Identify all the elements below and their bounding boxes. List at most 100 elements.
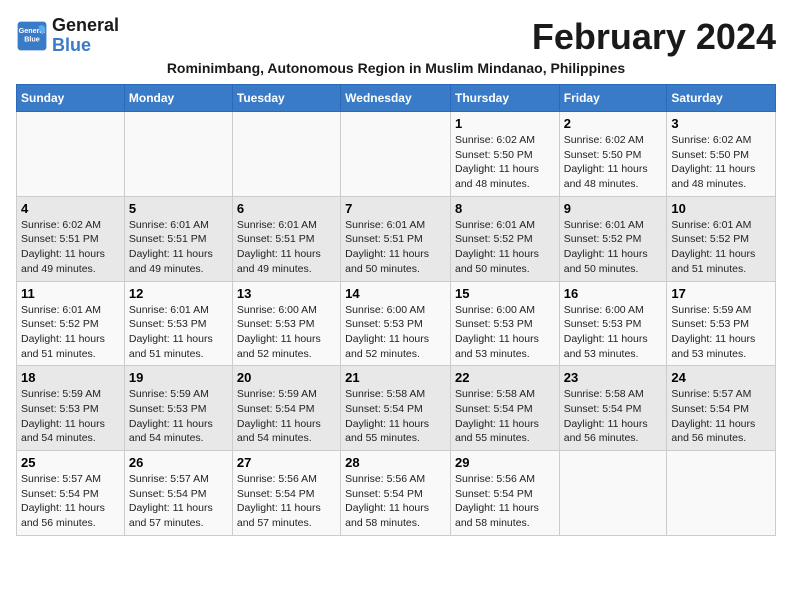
- day-number: 21: [345, 370, 446, 385]
- month-year-title: February 2024: [532, 16, 776, 58]
- calendar-header-row: SundayMondayTuesdayWednesdayThursdayFrid…: [17, 85, 776, 112]
- column-header-friday: Friday: [559, 85, 667, 112]
- day-info: Sunrise: 6:01 AMSunset: 5:51 PMDaylight:…: [129, 218, 228, 277]
- calendar-title: February 2024: [532, 16, 776, 58]
- day-number: 16: [564, 286, 663, 301]
- day-number: 9: [564, 201, 663, 216]
- day-number: 20: [237, 370, 336, 385]
- calendar-cell: 24 Sunrise: 5:57 AMSunset: 5:54 PMDayligh…: [667, 366, 776, 451]
- day-info: Sunrise: 6:01 AMSunset: 5:52 PMDaylight:…: [671, 218, 771, 277]
- day-number: 24: [671, 370, 771, 385]
- day-info: Sunrise: 5:58 AMSunset: 5:54 PMDaylight:…: [455, 387, 555, 446]
- calendar-cell: 11 Sunrise: 6:01 AMSunset: 5:52 PMDayligh…: [17, 281, 125, 366]
- day-number: 19: [129, 370, 228, 385]
- logo: General Blue General Blue: [16, 16, 119, 56]
- day-info: Sunrise: 5:56 AMSunset: 5:54 PMDaylight:…: [345, 472, 446, 531]
- calendar-week-row: 1Sunrise: 6:02 AMSunset: 5:50 PMDaylight…: [17, 112, 776, 197]
- calendar-cell: 8 Sunrise: 6:01 AMSunset: 5:52 PMDaylight…: [450, 196, 559, 281]
- calendar-cell: 15 Sunrise: 6:00 AMSunset: 5:53 PMDayligh…: [450, 281, 559, 366]
- day-number: 8: [455, 201, 555, 216]
- day-info: Sunrise: 5:59 AMSunset: 5:53 PMDaylight:…: [21, 387, 120, 446]
- calendar-week-row: 4 Sunrise: 6:02 AMSunset: 5:51 PMDaylight…: [17, 196, 776, 281]
- svg-text:Blue: Blue: [24, 34, 40, 43]
- day-number: 15: [455, 286, 555, 301]
- day-info: Sunrise: 6:01 AMSunset: 5:51 PMDaylight:…: [237, 218, 336, 277]
- calendar-cell: 17Sunrise: 5:59 AMSunset: 5:53 PMDayligh…: [667, 281, 776, 366]
- day-info: Sunrise: 6:01 AMSunset: 5:52 PMDaylight:…: [455, 218, 555, 277]
- calendar-cell: 16 Sunrise: 6:00 AMSunset: 5:53 PMDayligh…: [559, 281, 667, 366]
- calendar-week-row: 25 Sunrise: 5:57 AMSunset: 5:54 PMDayligh…: [17, 451, 776, 536]
- day-info: Sunrise: 5:57 AMSunset: 5:54 PMDaylight:…: [671, 387, 771, 446]
- day-number: 26: [129, 455, 228, 470]
- day-number: 28: [345, 455, 446, 470]
- day-info: Sunrise: 5:56 AMSunset: 5:54 PMDaylight:…: [455, 472, 555, 531]
- calendar-cell: 22 Sunrise: 5:58 AMSunset: 5:54 PMDayligh…: [450, 366, 559, 451]
- day-number: 12: [129, 286, 228, 301]
- day-info: Sunrise: 6:02 AMSunset: 5:51 PMDaylight:…: [21, 218, 120, 277]
- logo-icon: General Blue: [16, 20, 48, 52]
- calendar-cell: [559, 451, 667, 536]
- day-info: Sunrise: 5:58 AMSunset: 5:54 PMDaylight:…: [564, 387, 663, 446]
- day-info: Sunrise: 5:57 AMSunset: 5:54 PMDaylight:…: [21, 472, 120, 531]
- column-header-tuesday: Tuesday: [232, 85, 340, 112]
- location-subtitle: Rominimbang, Autonomous Region in Muslim…: [16, 60, 776, 76]
- day-info: Sunrise: 6:02 AMSunset: 5:50 PMDaylight:…: [671, 133, 771, 192]
- day-number: 3: [671, 116, 771, 131]
- calendar-cell: 21 Sunrise: 5:58 AMSunset: 5:54 PMDayligh…: [341, 366, 451, 451]
- day-info: Sunrise: 5:59 AMSunset: 5:53 PMDaylight:…: [129, 387, 228, 446]
- day-number: 10: [671, 201, 771, 216]
- calendar-cell: 12 Sunrise: 6:01 AMSunset: 5:53 PMDayligh…: [124, 281, 232, 366]
- calendar-cell: 20Sunrise: 5:59 AMSunset: 5:54 PMDayligh…: [232, 366, 340, 451]
- day-number: 27: [237, 455, 336, 470]
- calendar-cell: [124, 112, 232, 197]
- day-number: 4: [21, 201, 120, 216]
- day-number: 6: [237, 201, 336, 216]
- calendar-cell: [232, 112, 340, 197]
- day-number: 18: [21, 370, 120, 385]
- calendar-cell: 13 Sunrise: 6:00 AMSunset: 5:53 PMDayligh…: [232, 281, 340, 366]
- day-info: Sunrise: 5:59 AMSunset: 5:53 PMDaylight:…: [671, 303, 771, 362]
- calendar-cell: 3 Sunrise: 6:02 AMSunset: 5:50 PMDaylight…: [667, 112, 776, 197]
- day-number: 23: [564, 370, 663, 385]
- day-info: Sunrise: 6:02 AMSunset: 5:50 PMDaylight:…: [564, 133, 663, 192]
- column-header-thursday: Thursday: [450, 85, 559, 112]
- calendar-cell: 23 Sunrise: 5:58 AMSunset: 5:54 PMDayligh…: [559, 366, 667, 451]
- day-info: Sunrise: 6:01 AMSunset: 5:52 PMDaylight:…: [564, 218, 663, 277]
- day-number: 29: [455, 455, 555, 470]
- calendar-cell: 25 Sunrise: 5:57 AMSunset: 5:54 PMDayligh…: [17, 451, 125, 536]
- calendar-cell: 7 Sunrise: 6:01 AMSunset: 5:51 PMDaylight…: [341, 196, 451, 281]
- calendar-cell: [17, 112, 125, 197]
- day-number: 14: [345, 286, 446, 301]
- day-number: 5: [129, 201, 228, 216]
- logo-text: General Blue: [52, 16, 119, 56]
- calendar-cell: [341, 112, 451, 197]
- column-header-saturday: Saturday: [667, 85, 776, 112]
- calendar-cell: 14 Sunrise: 6:00 AMSunset: 5:53 PMDayligh…: [341, 281, 451, 366]
- calendar-week-row: 11 Sunrise: 6:01 AMSunset: 5:52 PMDayligh…: [17, 281, 776, 366]
- day-number: 22: [455, 370, 555, 385]
- day-info: Sunrise: 6:01 AMSunset: 5:53 PMDaylight:…: [129, 303, 228, 362]
- calendar-cell: 9 Sunrise: 6:01 AMSunset: 5:52 PMDaylight…: [559, 196, 667, 281]
- day-info: Sunrise: 6:00 AMSunset: 5:53 PMDaylight:…: [455, 303, 555, 362]
- day-info: Sunrise: 6:01 AMSunset: 5:52 PMDaylight:…: [21, 303, 120, 362]
- calendar-cell: 2Sunrise: 6:02 AMSunset: 5:50 PMDaylight…: [559, 112, 667, 197]
- day-number: 7: [345, 201, 446, 216]
- calendar-week-row: 18 Sunrise: 5:59 AMSunset: 5:53 PMDayligh…: [17, 366, 776, 451]
- day-info: Sunrise: 6:00 AMSunset: 5:53 PMDaylight:…: [237, 303, 336, 362]
- calendar-cell: 10 Sunrise: 6:01 AMSunset: 5:52 PMDayligh…: [667, 196, 776, 281]
- day-info: Sunrise: 5:57 AMSunset: 5:54 PMDaylight:…: [129, 472, 228, 531]
- day-number: 11: [21, 286, 120, 301]
- calendar-cell: [667, 451, 776, 536]
- calendar-cell: 28 Sunrise: 5:56 AMSunset: 5:54 PMDayligh…: [341, 451, 451, 536]
- day-info: Sunrise: 6:01 AMSunset: 5:51 PMDaylight:…: [345, 218, 446, 277]
- day-info: Sunrise: 5:56 AMSunset: 5:54 PMDaylight:…: [237, 472, 336, 531]
- day-info: Sunrise: 6:02 AMSunset: 5:50 PMDaylight:…: [455, 133, 555, 192]
- column-header-sunday: Sunday: [17, 85, 125, 112]
- day-info: Sunrise: 5:58 AMSunset: 5:54 PMDaylight:…: [345, 387, 446, 446]
- day-number: 25: [21, 455, 120, 470]
- day-number: 13: [237, 286, 336, 301]
- day-info: Sunrise: 6:00 AMSunset: 5:53 PMDaylight:…: [564, 303, 663, 362]
- calendar-cell: 6 Sunrise: 6:01 AMSunset: 5:51 PMDaylight…: [232, 196, 340, 281]
- day-info: Sunrise: 6:00 AMSunset: 5:53 PMDaylight:…: [345, 303, 446, 362]
- calendar-cell: 26 Sunrise: 5:57 AMSunset: 5:54 PMDayligh…: [124, 451, 232, 536]
